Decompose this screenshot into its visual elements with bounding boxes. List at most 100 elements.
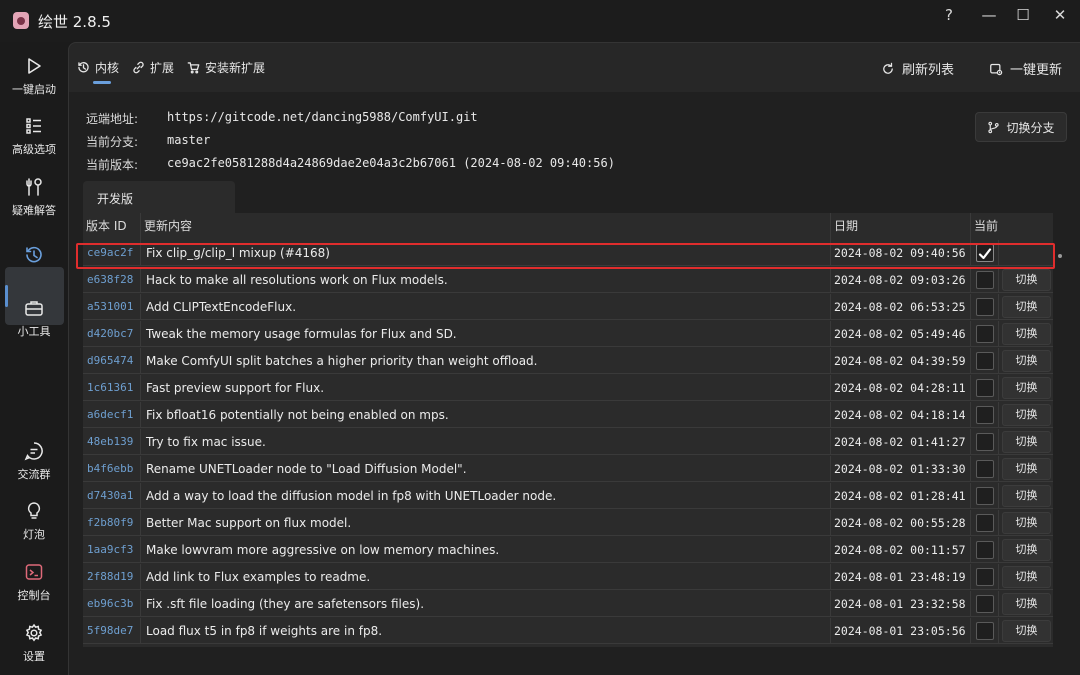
sidebar-item-bulb[interactable]: 灯泡 [0,501,68,542]
action-cell: 切换 [999,294,1053,320]
table-row[interactable]: d420bc7 Tweak the memory usage formulas f… [83,321,1053,348]
current-checkbox[interactable] [976,379,994,397]
close-button[interactable]: ✕ [1043,4,1077,26]
sidebar-item-label: 交流群 [17,468,51,481]
current-checkbox[interactable] [976,622,994,640]
toolbox-icon [25,301,43,316]
scrollbar-indicator[interactable] [1058,254,1062,258]
commit-message: Fix .sft file loading (they are safetens… [141,591,831,617]
current-cell [971,456,999,482]
sidebar-item-console[interactable]: 控制台 [0,562,68,603]
tab-dev-branch[interactable]: 开发版 [83,181,235,213]
action-cell: 切换 [999,618,1053,644]
switch-version-button[interactable]: 切换 [1002,269,1051,291]
table-row[interactable]: 1aa9cf3 Make lowvram more aggressive on l… [83,537,1053,564]
switch-version-button[interactable]: 切换 [1002,512,1051,534]
sidebar-item-launch[interactable]: 一键启动 [0,56,68,97]
action-cell: 切换 [999,348,1053,374]
current-checkbox[interactable] [976,487,994,505]
tab-active-underline [93,81,111,84]
current-checkbox[interactable] [976,298,994,316]
table-row[interactable]: 1c61361 Fast preview support for Flux. 202… [83,375,1053,402]
commit-id: eb96c3b [83,591,141,617]
current-checkbox[interactable] [976,433,994,451]
minimize-button[interactable]: — [972,4,1006,26]
chat-icon [24,442,43,461]
current-checkbox[interactable] [976,244,994,262]
sidebar-item-settings[interactable]: 设置 [0,623,68,664]
sidebar-item-tools[interactable]: 小工具 [0,298,68,339]
current-checkbox[interactable] [976,514,994,532]
table-row[interactable]: d7430a1 Add a way to load the diffusion m… [83,483,1053,510]
current-checkbox[interactable] [976,352,994,370]
switch-version-button[interactable]: 切换 [1002,350,1051,372]
sidebar-item-version[interactable] [0,245,68,265]
action-cell [999,240,1053,266]
tab-install-extensions[interactable]: 安装新扩展 [187,59,265,76]
sidebar-item-troubleshoot[interactable]: 疑难解答 [0,177,68,218]
action-cell: 切换 [999,375,1053,401]
table-row[interactable]: 2f88d19 Add link to Flux examples to read… [83,564,1053,591]
table-row[interactable]: b4f6ebb Rename UNETLoader node to "Load D… [83,456,1053,483]
column-header-date[interactable]: 日期 [831,213,971,240]
table-row[interactable]: 48eb139 Try to fix mac issue. 2024-08-02 0… [83,429,1053,456]
current-checkbox[interactable] [976,541,994,559]
branch-value: master [167,133,211,147]
switch-version-button[interactable]: 切换 [1002,377,1051,399]
current-checkbox[interactable] [976,460,994,478]
maximize-button[interactable]: ☐ [1006,4,1040,26]
switch-version-button[interactable]: 切换 [1002,404,1051,426]
switch-version-button[interactable]: 切换 [1002,593,1051,615]
commit-id: 1aa9cf3 [83,537,141,563]
help-button[interactable]: ? [932,4,966,26]
content-area: 远端地址: https://gitcode.net/dancing5988/Co… [69,92,1080,675]
commit-date: 2024-08-02 09:40:56 [831,240,971,266]
switch-version-button[interactable]: 切换 [1002,458,1051,480]
table-row[interactable]: d965474 Make ComfyUI split batches a high… [83,348,1053,375]
table-row[interactable]: 5f98de7 Load flux t5 in fp8 if weights ar… [83,618,1053,645]
table-row[interactable]: f2b80f9 Better Mac support on flux model.… [83,510,1053,537]
column-header-id[interactable]: 版本 ID [83,213,141,240]
switch-version-button[interactable]: 切换 [1002,323,1051,345]
current-checkbox[interactable] [976,595,994,613]
sidebar: 一键启动 高级选项 疑难解答 小工具 交流群 灯泡 控制台 设置 [0,42,68,675]
current-checkbox[interactable] [976,271,994,289]
switch-version-button[interactable]: 切换 [1002,539,1051,561]
current-checkbox[interactable] [976,406,994,424]
table-row[interactable]: a6decf1 Fix bfloat16 potentially not bein… [83,402,1053,429]
switch-version-button[interactable]: 切换 [1002,566,1051,588]
column-header-message[interactable]: 更新内容 [141,213,831,240]
column-header-current[interactable]: 当前 [971,213,999,240]
switch-version-button[interactable]: 切换 [1002,296,1051,318]
current-cell [971,429,999,455]
main-panel: 内核 扩展 安装新扩展 刷新列表 一键更新 远端地址: https://gitc… [68,42,1080,675]
bulb-icon [27,502,41,519]
sidebar-item-label: 一键启动 [12,83,56,96]
current-cell [971,483,999,509]
table-row[interactable]: e638f28 Hack to make all resolutions work… [83,267,1053,294]
current-cell [971,267,999,293]
switch-branch-label: 切换分支 [1006,120,1055,135]
refresh-list-button[interactable]: 刷新列表 [881,59,954,78]
commit-id: a6decf1 [83,402,141,428]
current-cell [971,564,999,590]
switch-branch-button[interactable]: 切换分支 [975,112,1067,142]
tab-extensions[interactable]: 扩展 [132,59,174,76]
table-row[interactable]: a531001 Add CLIPTextEncodeFlux. 2024-08-02… [83,294,1053,321]
switch-version-button[interactable]: 切换 [1002,485,1051,507]
current-cell [971,537,999,563]
sidebar-item-advanced[interactable]: 高级选项 [0,116,68,157]
switch-version-button[interactable]: 切换 [1002,620,1051,642]
commit-id: a531001 [83,294,141,320]
commit-date: 2024-08-01 23:05:56 [831,618,971,644]
update-all-button[interactable]: 一键更新 [989,59,1062,78]
switch-version-button[interactable]: 切换 [1002,431,1051,453]
sidebar-item-community[interactable]: 交流群 [0,441,68,482]
commit-message: Hack to make all resolutions work on Flu… [141,267,831,293]
current-checkbox[interactable] [976,568,994,586]
table-row[interactable]: eb96c3b Fix .sft file loading (they are s… [83,591,1053,618]
tab-kernel[interactable]: 内核 [77,59,119,76]
table-row[interactable]: ce9ac2f Fix clip_g/clip_l mixup (#4168) 20… [83,240,1053,267]
commit-message: Load flux t5 in fp8 if weights are in fp… [141,618,831,644]
current-checkbox[interactable] [976,325,994,343]
